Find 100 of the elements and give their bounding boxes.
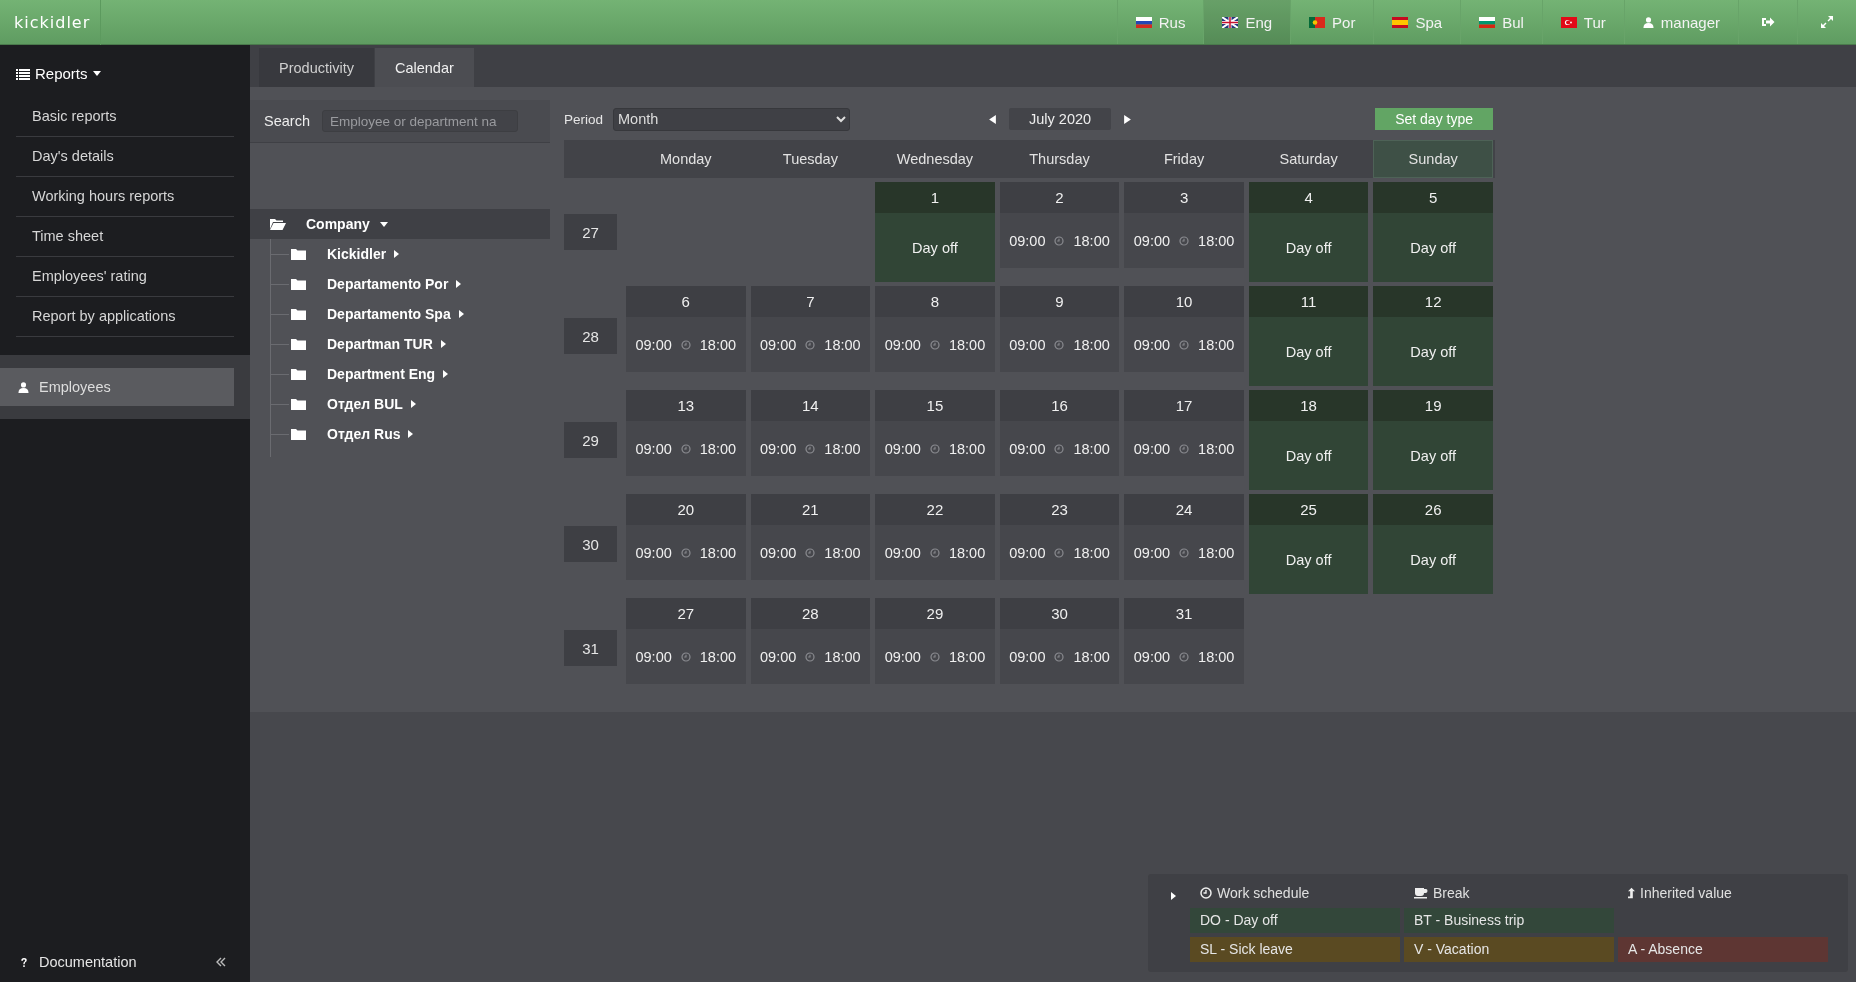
end-time: 18:00 [948, 440, 986, 457]
day-number: 3 [1124, 182, 1244, 213]
start-time: 09:00 [884, 544, 921, 561]
start-time: 09:00 [760, 440, 797, 457]
weekday-header[interactable]: Friday [1124, 140, 1244, 178]
end-time: 18:00 [1073, 336, 1110, 353]
clock-icon [805, 339, 816, 350]
tree-item[interactable]: Отдел BUL [271, 389, 550, 419]
legend-heading: Inherited value [1618, 882, 1828, 904]
reports-menu[interactable]: Reports [0, 45, 250, 97]
start-time: 09:00 [760, 648, 797, 665]
day-number: 27 [626, 598, 746, 629]
day-number: 16 [999, 390, 1120, 421]
day-number: 17 [1124, 390, 1244, 421]
tab[interactable]: Productivity [259, 48, 374, 87]
end-time: 18:00 [1073, 440, 1110, 457]
day-number: 30 [999, 598, 1120, 629]
start-time: 09:00 [635, 440, 672, 457]
day-number: 29 [875, 598, 995, 629]
start-time: 09:00 [635, 336, 672, 353]
tree-item[interactable]: Department Eng [271, 359, 550, 389]
week-number[interactable]: 27 [564, 214, 617, 250]
legend-item: DO - Day off [1190, 908, 1400, 933]
day-number: 11 [1248, 286, 1369, 317]
start-time: 09:00 [1133, 440, 1171, 457]
folder-icon [291, 278, 307, 290]
tab[interactable]: Calendar [374, 48, 474, 87]
sidebar-item[interactable]: Time sheet [16, 217, 234, 257]
weekday-header[interactable]: Saturday [1248, 140, 1369, 178]
sidebar-item[interactable]: Employees' rating [16, 257, 234, 297]
employees-item[interactable]: Employees [0, 368, 234, 406]
tree-label: Kickidler [327, 246, 387, 262]
end-time: 18:00 [948, 544, 986, 561]
tree-item[interactable]: Kickidler [271, 239, 550, 269]
clock-icon [1179, 235, 1190, 246]
day-number: 10 [1124, 286, 1244, 317]
search-field[interactable]: Employee or department na [321, 110, 518, 132]
clock-icon [1054, 547, 1065, 558]
tree-item[interactable]: Departamento Por [271, 269, 550, 299]
clock-icon [805, 547, 816, 558]
period-dropdown[interactable]: Month [613, 107, 850, 131]
week-number[interactable]: 30 [564, 526, 617, 562]
week-number[interactable]: 31 [564, 630, 617, 666]
legend-heading: Break [1404, 882, 1614, 904]
day-number: 20 [626, 494, 746, 525]
documentation-link[interactable]: Documentation [20, 954, 137, 970]
clock-icon [680, 339, 691, 350]
day-off-label: Day off [1410, 447, 1457, 464]
user-icon [18, 381, 29, 393]
start-time: 09:00 [1009, 648, 1046, 665]
triangle-right-icon [1124, 114, 1132, 124]
clock-icon [929, 339, 940, 350]
day-off-label: Day off [912, 239, 958, 256]
list-icon [16, 67, 30, 80]
sidebar-item[interactable]: Day's details [16, 137, 234, 177]
folder-icon [291, 308, 307, 320]
day-number: 12 [1373, 286, 1493, 317]
weekday-header[interactable]: Wednesday [875, 140, 995, 178]
tree-label: Отдел Rus [327, 426, 401, 442]
start-time: 09:00 [884, 336, 921, 353]
flag-icon [1135, 16, 1152, 28]
weekday-header[interactable]: Thursday [999, 140, 1120, 178]
day-number: 4 [1248, 182, 1369, 213]
week-number[interactable]: 29 [564, 422, 617, 458]
day-off-label: Day off [1410, 343, 1457, 360]
day-number: 8 [875, 286, 995, 317]
sidebar-item[interactable]: Report by applications [16, 297, 234, 337]
end-time: 18:00 [699, 440, 737, 457]
start-time: 09:00 [1133, 232, 1171, 249]
day-number: 26 [1373, 494, 1493, 525]
tree-item[interactable]: Departamento Spa [271, 299, 550, 329]
day-number: 5 [1373, 182, 1493, 213]
user-icon [1642, 16, 1654, 28]
weekday-header[interactable]: Tuesday [750, 140, 871, 178]
folder-icon [291, 398, 307, 410]
weekday-header[interactable]: Sunday [1373, 140, 1493, 178]
sidebar-item[interactable]: Basic reports [16, 97, 234, 137]
end-time: 18:00 [1198, 440, 1235, 457]
start-time: 09:00 [884, 440, 921, 457]
end-time: 18:00 [1198, 648, 1235, 665]
legend-item: SL - Sick leave [1190, 937, 1400, 962]
tree-root-item[interactable]: Company [250, 209, 550, 239]
clock-icon [1054, 651, 1065, 662]
start-time: 09:00 [1133, 544, 1171, 561]
tree-item[interactable]: Отдел Rus [271, 419, 550, 449]
clock-icon [805, 651, 816, 662]
start-time: 09:00 [760, 336, 797, 353]
sidebar-item[interactable]: Working hours reports [16, 177, 234, 217]
clock-icon [1179, 651, 1190, 662]
day-number: 31 [1124, 598, 1244, 629]
week-number[interactable]: 28 [564, 318, 617, 354]
day-number: 9 [999, 286, 1120, 317]
tree-item[interactable]: Departman TUR [271, 329, 550, 359]
clock-icon [1179, 547, 1190, 558]
legend-item: A - Absence [1618, 937, 1828, 962]
collapse-sidebar-button[interactable] [214, 955, 228, 969]
start-time: 09:00 [1009, 232, 1046, 249]
day-off-label: Day off [1285, 551, 1332, 568]
weekday-header[interactable]: Monday [626, 140, 746, 178]
end-time: 18:00 [1073, 232, 1110, 249]
